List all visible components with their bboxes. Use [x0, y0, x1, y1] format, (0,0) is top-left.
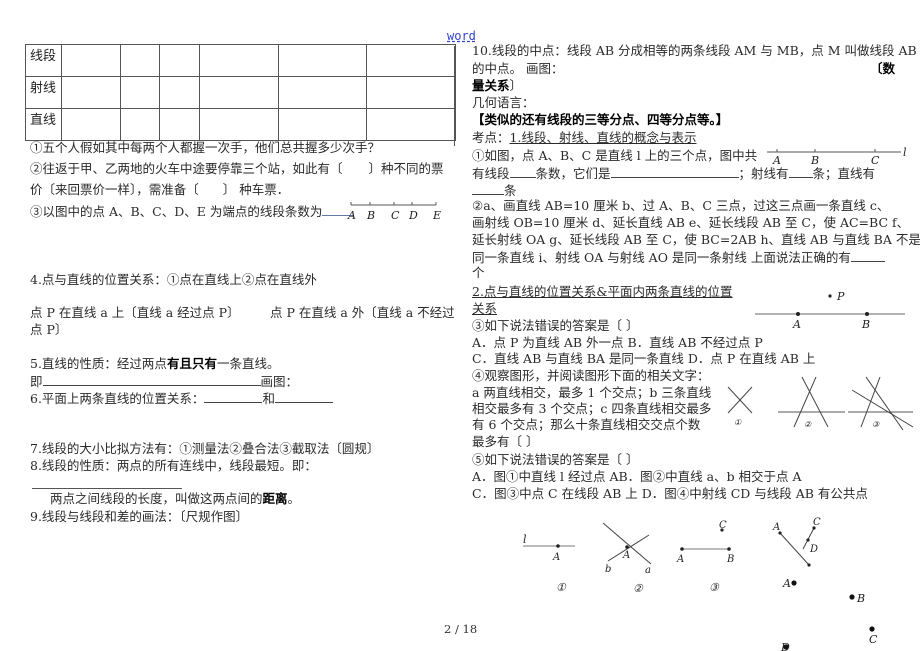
k1-line2: 有线段 条数，它们是 ；射线有 条；直线有 — [472, 165, 876, 181]
gutter-line — [454, 46, 455, 146]
k4-line5: 最多有〔 〕 — [472, 434, 539, 449]
answer-blank[interactable] — [610, 165, 739, 178]
k5-options-ab: A．图①中直线 l 经过点 AB．图②中直线 a、b 相交于点 A — [472, 469, 802, 484]
geometry-language: 几何语言： — [472, 95, 535, 110]
k4-line2: a 两直线相交，最多 1 个交点；b 三条直线 — [472, 385, 712, 400]
key-point-2-line1: 2.点与直线的位置关系&平面内两条直线的位置 — [472, 284, 733, 299]
label-b: B — [861, 318, 870, 331]
question-1: ①五个人假如其中每两个人都握一次手，他们总共握多少次手？ — [30, 140, 381, 155]
k1-line3: 条 — [472, 182, 517, 199]
answer-blank[interactable] — [204, 390, 263, 403]
scatter-point-d: D — [780, 641, 790, 651]
header-link[interactable]: word — [447, 29, 476, 43]
k4-line1: ④观察图形，并阅读图形下面的相关文字： — [472, 368, 710, 383]
label-a: A — [792, 318, 801, 331]
fig4-point-c: C — [813, 517, 821, 528]
k2-line4: 同一条直线 i、射线 OA 与射线 AO 是同一条射线 上面说法正确的有 — [472, 249, 885, 266]
caption-2: ② — [804, 420, 812, 429]
fig1-line-label: l — [523, 533, 527, 546]
distance-definition: 两点之间线段的长度，叫做这两点间的距离。 — [50, 491, 301, 506]
line-abc-figure: A B Cl — [767, 146, 907, 167]
table-row: 直线 — [25, 108, 456, 141]
point-label-d: D — [408, 209, 418, 222]
section-4-case-b: 点 P 在直线 a 外〔直线 a 不经过 — [270, 305, 455, 320]
label-p: P — [836, 290, 845, 303]
section-7-title: 7.线段的大小比拟方法有：①测量法②叠合法③截取法〔圆规〕 — [30, 441, 380, 456]
line-type-table: 线段 射线 直线 — [25, 44, 456, 141]
row-label: 射线 — [25, 76, 62, 109]
similar-note: 【类似的还有线段的三等分点、四等分点等。】 — [472, 112, 729, 127]
section-6-title: 6.平面上两条直线的位置关系：和 — [30, 390, 333, 407]
row-label: 直线 — [25, 108, 62, 141]
section-8-title: 8.线段的性质：两点的所有连线中，线段最短。即： — [30, 458, 317, 473]
fig2-line-b-label: b — [605, 564, 611, 575]
section-4-title: 4.点与直线的位置关系：①点在直线上②点在直线外 — [30, 272, 317, 287]
points-ae-figure: AB CD E — [347, 202, 441, 222]
answer-blank[interactable] — [472, 182, 504, 195]
answer-blank[interactable] — [32, 488, 182, 489]
fig3-point-a: A — [676, 554, 684, 565]
point-label-a: A — [347, 209, 356, 222]
section-10-line3: 量关系〕 — [472, 78, 523, 93]
point-label-c: C — [391, 209, 400, 222]
intersecting-lines-figure: ① ② ③ — [727, 376, 914, 431]
k2-line5: 个 — [472, 265, 485, 280]
section-10-line1: 10.线段的中点：线段 AB 分成相等的两条线段 AM 与 MB，点 M 叫做线… — [472, 43, 917, 58]
fig3-caption: ③ — [709, 581, 720, 594]
scatter-point-b: B — [856, 592, 865, 605]
point-label-b: B — [366, 209, 375, 222]
k2-line3: 延长射线 OA g、延长线段 AB 至 C，使 BC=2AB h、直线 AB 与… — [472, 232, 920, 247]
caption-1: ① — [734, 418, 742, 427]
page-number: 2 / 18 — [444, 622, 478, 636]
fig4-point-a: A — [772, 522, 780, 533]
table-row: 射线 — [25, 76, 456, 109]
fig2-point-label: A — [622, 550, 630, 561]
row-label: 线段 — [25, 44, 62, 77]
k5-title: ⑤如下说法错误的答案是〔 〕 — [472, 452, 639, 467]
section-5-line2: 即画图： — [30, 373, 299, 389]
k2-line1: ②a、画直线 AB=10 厘米 b、过 A、B、C 三点，过这三点画一条直线 c… — [472, 198, 890, 213]
answer-blank[interactable] — [788, 165, 813, 178]
k4-line4: 有 6 个交点；那么十条直线相交交点个数 — [472, 417, 701, 432]
answer-blank[interactable] — [274, 390, 333, 403]
section-10-line2: 的中点。 画图： — [472, 61, 564, 76]
fig2-line-a-label: a — [645, 565, 651, 576]
point-label-e: E — [432, 209, 441, 222]
k3-options-cd: C．直线 AB 与直线 BA 是同一条直线 D．点 P 在直线 AB 上 — [472, 351, 816, 366]
line-label-l: l — [903, 146, 907, 159]
k3-options-ab: A．点 P 为直线 AB 外一点 B．直线 AB 不经过点 P — [472, 335, 763, 350]
section-10-bold-a: 〔数 — [870, 61, 896, 76]
answer-blank[interactable] — [850, 249, 885, 262]
fig2-caption: ② — [633, 582, 644, 595]
section-4-case-b-cont: 点 P〕 — [30, 322, 68, 337]
k3-title: ③如下说法错误的答案是〔 〕 — [472, 318, 639, 333]
k5-figures: l A ① A b a ② A B C ③ A C D A B C D — [523, 517, 878, 651]
table-row: 线段 — [25, 44, 456, 77]
fig3-point-c: C — [719, 520, 727, 531]
answer-blank[interactable] — [509, 165, 536, 178]
answer-blank[interactable] — [42, 373, 261, 386]
k5-options-cd: C．图③中点 C 在线段 AB 上 D．图④中射线 CD 与线段 AB 有公共点 — [472, 486, 868, 501]
section-9-title: 9.线段与线段和差的画法：〔尺规作图〕 — [30, 509, 249, 524]
caption-3: ③ — [872, 420, 880, 429]
k1-line1: ①如图，点 A、B、C 是直线 l 上的三个点，图中共 — [472, 148, 758, 163]
key-point-1: 考点：1.线段、射线、直线的概念与表示 — [472, 130, 697, 145]
scatter-point-c: C — [869, 633, 878, 646]
question-3: ③以图中的点 A、B、C、D、E 为端点的线段条数为 — [30, 203, 355, 220]
k4-line3: 相交最多有 3 个交点；c 四条直线相交最多 — [472, 401, 712, 416]
section-4-case-a: 点 P 在直线 a 上〔直线 a 经过点 P〕 — [30, 305, 240, 320]
scatter-point-a: A — [782, 577, 791, 590]
fig4-point-d: D — [809, 544, 818, 555]
key-point-2-line2: 关系 — [472, 301, 498, 316]
point-line-figure: A B P — [755, 290, 905, 331]
question-2-line2: 价〔来回票价一样〕，需准备〔〕 种车票． — [30, 182, 290, 197]
fig3-point-b: B — [726, 554, 734, 565]
fig1-caption: ① — [556, 581, 567, 594]
fig1-point-label: A — [552, 552, 560, 563]
k2-line2: 画射线 OB=10 厘米 d、延长直线 AB e、延长线段 AB 至 C，使 A… — [472, 215, 910, 230]
question-2-line1: ②往返于甲、乙两地的火车中途要停靠三个站，如此有〔 〕种不同的票 — [30, 161, 444, 176]
section-5-title: 5.直线的性质：经过两点有且只有一条直线。 — [30, 356, 280, 371]
